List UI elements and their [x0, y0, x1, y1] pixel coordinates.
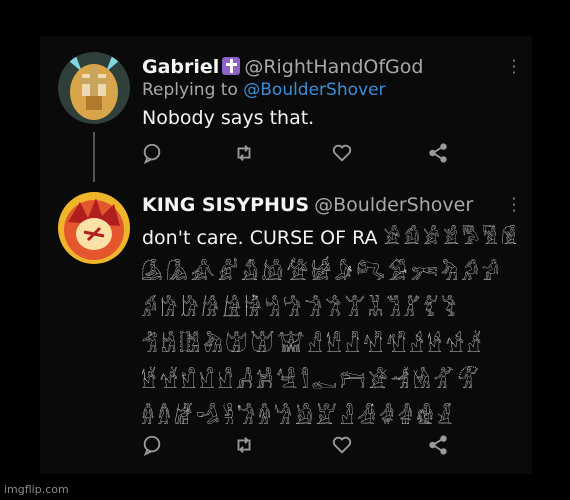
tweet2-text-content: don't care. CURSE OF RA: [142, 227, 378, 249]
handle[interactable]: @RightHandOfGod: [244, 56, 423, 78]
hieroglyph-row: 𓀖𓀗𓀘𓀙𓀚𓀛𓀜𓀝𓀞𓀟𓀠𓀡𓀢𓀣𓀤𓀥: [141, 297, 460, 321]
tweet2-text: don't care. CURSE OF RA 𓀀𓀁𓀂𓀃𓀄𓀅𓀆: [142, 220, 520, 251]
tweet1-header: Gabriel @RightHandOfGod: [142, 56, 423, 78]
hieroglyph-row: 𓁆𓁇𓁈𓁉𓁊𓁋𓁌𓁍𓁎𓁏𓁐𓁑𓁒𓁓𓁔𓁕: [141, 405, 456, 429]
display-name[interactable]: Gabriel: [142, 56, 219, 78]
tweet1-actions: [141, 142, 451, 166]
more-options-icon[interactable]: · · ·: [509, 191, 519, 219]
comment-icon[interactable]: [141, 142, 165, 166]
share-icon[interactable]: [427, 142, 451, 166]
display-name[interactable]: KING SISYPHUS: [142, 194, 309, 216]
watermark: imgflip.com: [4, 483, 69, 496]
replying-to: Replying to @BoulderShover: [142, 80, 386, 100]
more-options-icon[interactable]: · · ·: [509, 53, 519, 81]
replying-label: Replying to: [142, 80, 238, 100]
hieroglyph-row: 𓀇𓀈𓀉𓀊𓀋𓀌𓀍𓀎𓀏𓀐𓀑𓀒𓀓𓀔𓀕: [141, 261, 503, 285]
tweet2-header: KING SISYPHUS @BoulderShover: [142, 194, 473, 216]
tweet2-actions: [141, 434, 451, 458]
share-icon[interactable]: [427, 434, 451, 458]
comment-icon[interactable]: [141, 434, 165, 458]
hieroglyph-row: 𓀀𓀁𓀂𓀃𓀄𓀅𓀆: [383, 227, 521, 249]
thread-connector: [93, 132, 95, 182]
cross-badge-icon: [222, 57, 241, 75]
like-icon[interactable]: [331, 142, 355, 166]
retweet-icon[interactable]: [233, 434, 257, 458]
gabriel-avatar[interactable]: [58, 52, 130, 124]
retweet-icon[interactable]: [233, 142, 257, 166]
replying-mention[interactable]: @BoulderShover: [243, 80, 385, 100]
tweet1-text: Nobody says that.: [142, 107, 315, 129]
hieroglyph-row: 𓀶𓀷𓀸𓀹𓀺𓀻𓀼𓀽𓀾𓀿𓁀𓁁𓁂𓁃𓁄𓁅: [141, 369, 482, 393]
like-icon[interactable]: [331, 434, 355, 458]
handle[interactable]: @BoulderShover: [314, 194, 473, 216]
sisyphus-avatar[interactable]: [58, 192, 130, 264]
hieroglyph-row: 𓀦𓀧𓀨𓀩𓀪𓀫𓀬𓀭𓀮𓀯𓀰𓀱𓀲𓀳𓀴𓀵: [141, 333, 485, 357]
